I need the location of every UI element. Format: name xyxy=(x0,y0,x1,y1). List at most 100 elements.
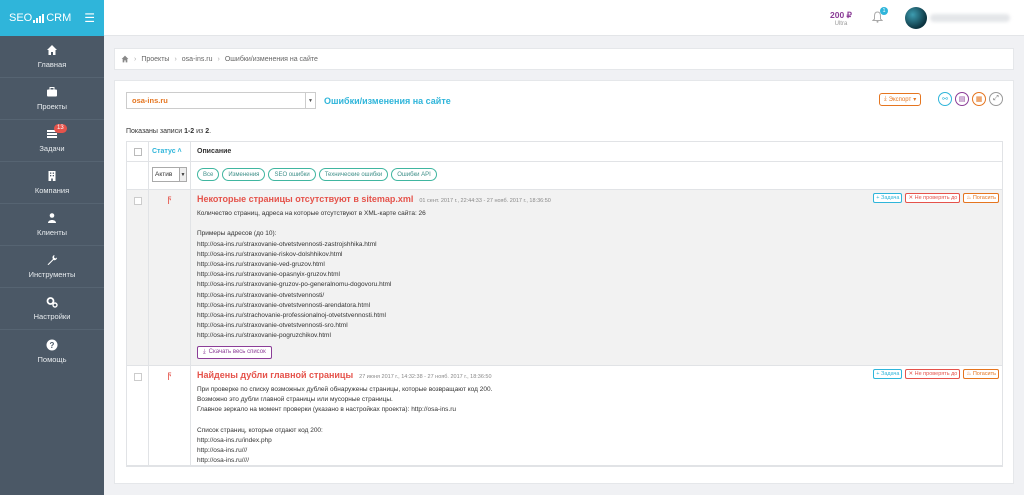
issue-url: http://osa-ins.ru/strachovanie-professio… xyxy=(197,312,386,320)
issue-url: http://osa-ins.ru/straxovanie-otvetstven… xyxy=(197,291,325,299)
records-summary: Показаны записи 1-2 из 2. xyxy=(126,128,211,135)
users-icon xyxy=(48,213,56,223)
project-select[interactable]: osa-ins.ru ▼ xyxy=(126,92,316,109)
row-description: Некоторые страницы отсутствуют в sitemap… xyxy=(191,190,1002,365)
filter-changes[interactable]: Изменения xyxy=(222,168,266,181)
help-icon: ? xyxy=(46,339,58,350)
chevron-down-icon: ▼ xyxy=(179,168,186,181)
type-filters: Все Изменения SEO ошибки Технические оши… xyxy=(191,162,1002,181)
create-task-button[interactable]: + Задача xyxy=(873,193,903,203)
lightning-icon: ϝ xyxy=(167,370,172,381)
issue-dates: 01 сент. 2017 г., 22:44:33 - 27 нояб. 20… xyxy=(419,198,551,204)
status-column-header[interactable]: Статус ˄ xyxy=(149,142,191,161)
status-filter-value: Актив xyxy=(155,171,173,178)
export-button[interactable]: ⤓ Экспорт ▾ xyxy=(879,93,922,106)
task-label: Задача xyxy=(881,371,900,377)
issue-url: http://osa-ins.ru/straxovanie-opasnyix-g… xyxy=(197,271,340,279)
summary-prefix: Показаны записи xyxy=(126,128,185,135)
sidebar-item-help[interactable]: ? Помощь xyxy=(0,330,104,372)
issue-title[interactable]: Найдены дубли главной страницы xyxy=(197,370,353,380)
user-menu[interactable] xyxy=(930,14,1010,22)
sidebar-item-label: Задачи xyxy=(39,144,65,153)
sidebar-item-projects[interactable]: Проекты xyxy=(0,78,104,120)
sidebar-item-label: Клиенты xyxy=(36,228,68,237)
skip-check-button[interactable]: ✕ Не проверять до xyxy=(905,369,961,379)
row-checkbox[interactable] xyxy=(133,373,142,381)
filter-all[interactable]: Все xyxy=(197,168,220,181)
issue-url: http://osa-ins.ru/straxovanie-riskov-dol… xyxy=(197,250,343,258)
home-icon[interactable] xyxy=(121,55,129,63)
filter-empty-cell xyxy=(127,162,149,189)
account-balance[interactable]: 200 ₽ Ultra xyxy=(830,10,852,27)
task-label: Задача xyxy=(881,195,900,201)
page-title: Ошибки/изменения на сайте xyxy=(324,96,451,106)
skip-check-button[interactable]: ✕ Не проверять до xyxy=(905,193,961,203)
chevron-right-icon: › xyxy=(217,55,220,63)
create-task-button[interactable]: + Задача xyxy=(873,369,903,379)
resolve-button[interactable]: ♨ Погасить xyxy=(963,369,999,379)
breadcrumb-item-project[interactable]: osa-ins.ru xyxy=(182,56,213,63)
issue-url: http://osa-ins.ru/index.php xyxy=(197,437,272,445)
breadcrumb-item-projects[interactable]: Проекты xyxy=(141,56,169,63)
sidebar-item-label: Проекты xyxy=(36,102,68,111)
resolve-button[interactable]: ♨ Погасить xyxy=(963,193,999,203)
status-filter-select[interactable]: Актив ▼ xyxy=(152,167,187,182)
sidebar-item-settings[interactable]: Настройки xyxy=(0,288,104,330)
filter-api-errors[interactable]: Ошибки API xyxy=(391,168,437,181)
issue-url: http://osa-ins.ru/straxovanie-otvetstven… xyxy=(197,301,371,309)
tasks-count-badge: 13 xyxy=(54,124,67,133)
issue-dates: 27 июня 2017 г., 14:32:38 - 27 нояб. 201… xyxy=(359,374,492,380)
issue-url: http://osa-ins.ru/straxovanie-ved-gruzov… xyxy=(197,261,325,269)
issue-line-spacer xyxy=(197,219,996,229)
signal-bars-icon xyxy=(33,13,45,23)
main-panel: osa-ins.ru ▼ Ошибки/изменения на сайте ⤓… xyxy=(114,80,1014,484)
summary-mid: из xyxy=(194,128,206,135)
sort-icon: ˄ xyxy=(177,148,182,155)
export-label: Экспорт xyxy=(888,96,912,103)
wrench-icon xyxy=(47,255,58,265)
app-logo[interactable]: SEO CRM xyxy=(9,12,71,24)
sidebar-item-company[interactable]: Компания xyxy=(0,162,104,204)
status-header-label: Статус xyxy=(152,148,176,155)
summary-suffix: . xyxy=(209,128,212,135)
download-list-button[interactable]: ⤓ Скачать весь список xyxy=(197,345,272,359)
type-filters-cell: Все Изменения SEO ошибки Технические оши… xyxy=(191,162,1002,189)
skip-check-label: Не проверять до xyxy=(914,371,958,377)
sidebar-item-clients[interactable]: Клиенты xyxy=(0,204,104,246)
sidebar-item-tasks[interactable]: 13 Задачи xyxy=(0,120,104,162)
avatar[interactable] xyxy=(905,7,927,29)
filter-seo-errors[interactable]: SEO ошибки xyxy=(268,168,316,181)
filter-tech-errors[interactable]: Технические ошибки xyxy=(318,168,389,181)
issue-line: Главное зеркало на момент проверки (указ… xyxy=(197,406,456,414)
gears-icon xyxy=(46,297,58,308)
settings-link-icon[interactable]: ⚯ xyxy=(938,92,952,106)
issue-line: Количество страниц, адреса на которые от… xyxy=(197,210,426,217)
issues-table: Статус ˄ Описание Актив ▼ Все Изменения S… xyxy=(126,141,1003,467)
logo-text-right: CRM xyxy=(46,12,72,24)
document-icon[interactable]: ▤ xyxy=(955,92,969,106)
issue-url: http://osa-ins.ru/straxovanie-gruzov-po-… xyxy=(197,281,392,289)
row-description: Найдены дубли главной страницы 27 июня 2… xyxy=(191,366,1002,465)
issue-url: http://osa-ins.ru/straxovanie-otvetstven… xyxy=(197,322,348,330)
hamburger-menu-icon[interactable]: ☰ xyxy=(84,11,95,25)
sidebar-item-home[interactable]: Главная xyxy=(0,36,104,78)
expand-icon[interactable]: ⤢ xyxy=(989,92,1003,106)
sidebar-item-label: Помощь xyxy=(37,354,67,364)
header-checkbox-cell xyxy=(127,142,149,161)
table-row: ϝ Найдены дубли главной страницы 27 июня… xyxy=(127,366,1002,466)
caret-down-icon: ▾ xyxy=(913,97,917,103)
issue-title[interactable]: Некоторые страницы отсутствуют в sitemap… xyxy=(197,194,413,204)
building-icon xyxy=(48,171,56,181)
row-actions: + Задача ✕ Не проверять до ♨ Погасить xyxy=(873,193,999,203)
issue-body: Количество страниц, адреса на которые от… xyxy=(197,209,996,342)
sidebar-item-label: Главная xyxy=(37,60,67,69)
status-filter-cell: Актив ▼ xyxy=(149,162,191,189)
select-all-checkbox[interactable] xyxy=(133,148,142,156)
folder-icon[interactable]: ▦ xyxy=(972,92,986,106)
row-checkbox-cell xyxy=(127,366,149,465)
resolve-label: Погасить xyxy=(972,195,996,201)
sidebar: SEO CRM ☰ Главная Проекты 13 Задачи Комп… xyxy=(0,0,104,495)
row-checkbox[interactable] xyxy=(133,197,142,205)
sidebar-item-tools[interactable]: Инструменты xyxy=(0,246,104,288)
row-status-cell: ϝ xyxy=(149,366,191,465)
